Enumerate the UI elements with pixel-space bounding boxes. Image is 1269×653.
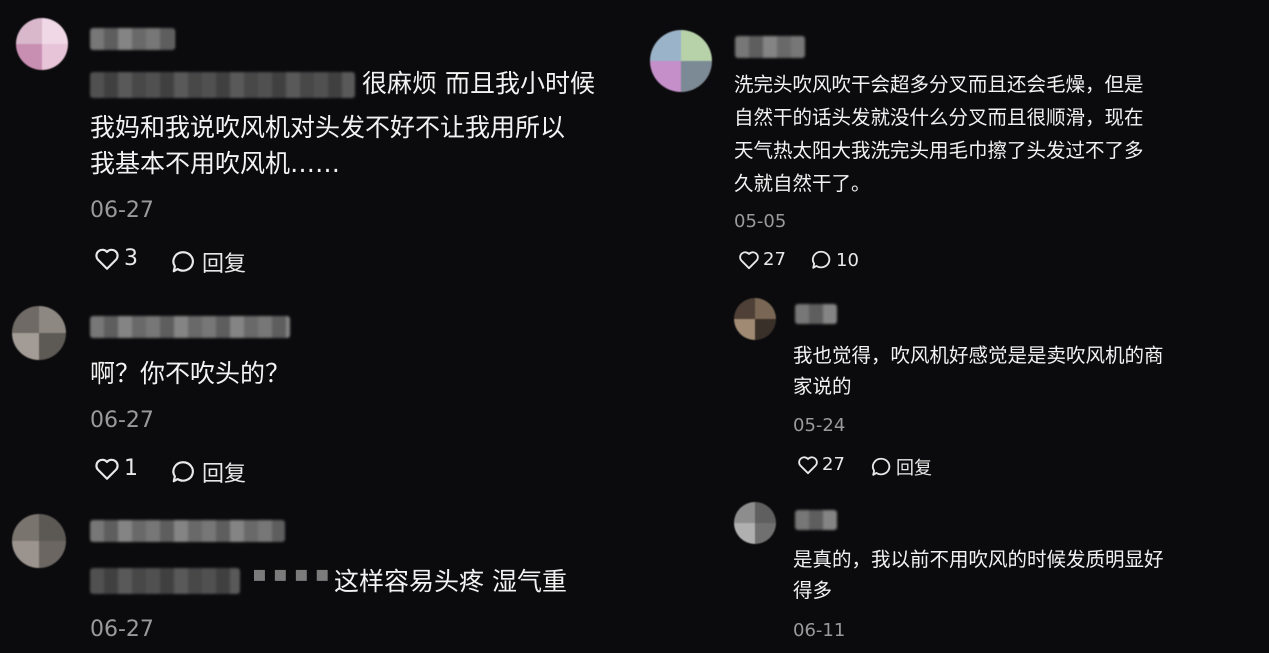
comment-text: 我妈和我说吹风机对头发不好不让我用所以 bbox=[90, 113, 566, 142]
username-redacted[interactable] bbox=[735, 36, 805, 58]
reply-date: 06-11 bbox=[793, 620, 846, 641]
reply-button[interactable]: 回复 bbox=[870, 454, 932, 480]
comment-date: 06-27 bbox=[90, 617, 154, 642]
avatar[interactable] bbox=[650, 30, 712, 92]
reply-text: 我也觉得，吹风机好感觉是是卖吹风机的商 bbox=[793, 344, 1164, 367]
username-redacted[interactable] bbox=[90, 316, 290, 338]
comment-text: 自然干的话头发就没什么分叉而且很顺滑，现在 bbox=[734, 106, 1144, 129]
speech-bubble-icon bbox=[170, 459, 196, 485]
reply-label: 回复 bbox=[202, 252, 247, 277]
avatar[interactable] bbox=[16, 18, 68, 70]
username-redacted[interactable] bbox=[90, 28, 175, 50]
reply-button[interactable]: 回复 bbox=[170, 456, 246, 488]
comment-text: 久就自然干了。 bbox=[734, 172, 871, 195]
username-redacted[interactable] bbox=[795, 304, 837, 324]
avatar[interactable] bbox=[734, 298, 776, 340]
avatar[interactable] bbox=[12, 306, 66, 360]
reply-label: 回复 bbox=[896, 458, 932, 479]
reply-text: 得多 bbox=[793, 579, 833, 602]
comment-date: 06-27 bbox=[90, 408, 154, 433]
speech-bubble-icon bbox=[810, 249, 832, 271]
comment-date: 06-27 bbox=[90, 198, 154, 223]
reply-text: 家说的 bbox=[793, 375, 852, 398]
reply-label: 回复 bbox=[202, 462, 247, 487]
reply-date: 05-24 bbox=[793, 415, 846, 436]
comment-date: 05-05 bbox=[734, 211, 787, 232]
heart-outline-icon bbox=[94, 247, 120, 271]
comment-text: 很麻烦 而且我小时候 bbox=[362, 69, 595, 98]
reply-count: 10 bbox=[836, 249, 859, 271]
comment-text: 这样容易头疼 湿气重 bbox=[334, 567, 567, 596]
heart-outline-icon bbox=[797, 455, 819, 475]
like-count: 27 bbox=[763, 249, 786, 270]
reply-button[interactable]: 10 bbox=[810, 249, 859, 271]
comment-text: 我基本不用吹风机…… bbox=[90, 149, 341, 178]
redacted-dots: ▪▪▪▪ bbox=[252, 562, 336, 587]
like-count: 27 bbox=[822, 454, 845, 475]
avatar[interactable] bbox=[734, 502, 776, 544]
like-button[interactable]: 27 bbox=[797, 454, 845, 475]
like-count: 1 bbox=[124, 456, 138, 481]
heart-outline-icon bbox=[738, 250, 760, 270]
like-button[interactable]: 27 bbox=[738, 249, 786, 270]
reply-button[interactable]: 回复 bbox=[170, 246, 246, 278]
comment-text: 啊？你不吹头的？ bbox=[90, 359, 291, 388]
like-button[interactable]: 3 bbox=[94, 246, 138, 271]
speech-bubble-icon bbox=[870, 456, 892, 478]
username-redacted[interactable] bbox=[795, 510, 837, 530]
speech-bubble-icon bbox=[170, 249, 196, 275]
avatar[interactable] bbox=[12, 514, 66, 568]
quote-redacted bbox=[90, 72, 355, 98]
reply-text: 是真的，我以前不用吹风的时候发质明显好 bbox=[793, 548, 1164, 571]
username-redacted[interactable] bbox=[90, 520, 285, 542]
quote-redacted bbox=[90, 568, 240, 594]
comment-text: 洗完头吹风吹干会超多分叉而且还会毛燥，但是 bbox=[734, 73, 1144, 96]
heart-outline-icon bbox=[94, 457, 120, 481]
comment-text: 天气热太阳大我洗完头用毛巾擦了头发过不了多 bbox=[734, 139, 1144, 162]
like-button[interactable]: 1 bbox=[94, 456, 138, 481]
like-count: 3 bbox=[124, 246, 138, 271]
